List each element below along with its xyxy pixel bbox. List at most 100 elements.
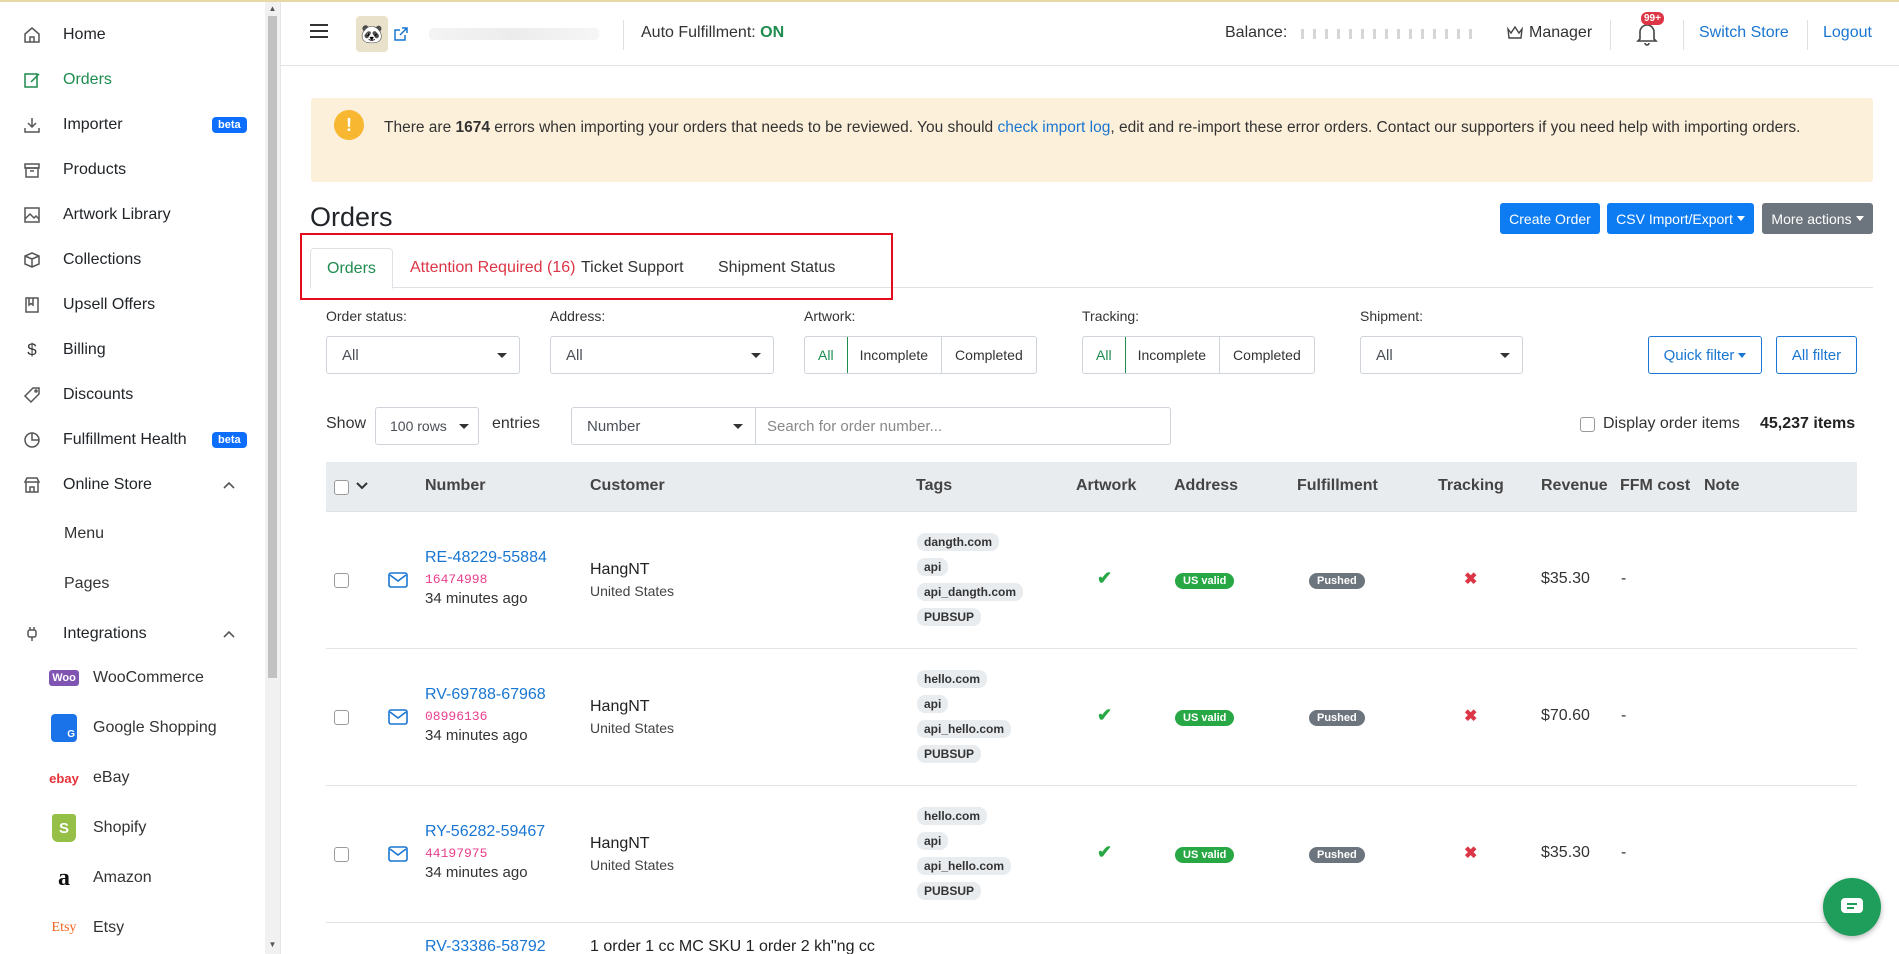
- sidebar-item-online-store[interactable]: Online Store: [22, 470, 252, 500]
- integration-shopify[interactable]: S Shopify: [48, 813, 146, 843]
- customer-name: HangNT: [590, 561, 650, 578]
- tag-badge[interactable]: PUBSUP: [917, 882, 982, 900]
- sidebar-item-collections[interactable]: Collections: [22, 245, 252, 275]
- sidebar-item-artwork-library[interactable]: Artwork Library: [22, 200, 252, 230]
- chevron-up-icon[interactable]: [221, 626, 237, 642]
- artwork-all-button[interactable]: All: [804, 337, 848, 373]
- external-link-icon[interactable]: [393, 26, 409, 47]
- menu-toggle-icon[interactable]: [310, 24, 328, 38]
- tracking-completed-button[interactable]: Completed: [1220, 337, 1314, 373]
- table-row[interactable]: RV-69788-67968 08996136 34 minutes ago H…: [326, 649, 1857, 786]
- order-number-link[interactable]: RE-48229-55884: [425, 549, 547, 567]
- order-number-link[interactable]: RV-33386-58792: [425, 938, 546, 954]
- sidebar-item-integrations[interactable]: Integrations: [22, 619, 252, 649]
- address-select[interactable]: All: [550, 336, 774, 374]
- row-checkbox[interactable]: [334, 847, 349, 862]
- integration-amazon[interactable]: a Amazon: [48, 863, 152, 893]
- chevron-up-icon[interactable]: [221, 477, 237, 493]
- tag-badge[interactable]: hello.com: [917, 670, 988, 688]
- integration-woocommerce[interactable]: Woo WooCommerce: [48, 663, 204, 693]
- envelope-icon[interactable]: [388, 572, 408, 588]
- bell-icon[interactable]: [1636, 22, 1658, 46]
- store-logo[interactable]: 🐼: [356, 16, 388, 52]
- sidebar-scrollbar[interactable]: ▲ ▼: [265, 2, 280, 954]
- sidebar-item-importer[interactable]: Importer beta: [22, 110, 252, 140]
- quick-filter-button[interactable]: Quick filter: [1648, 336, 1762, 374]
- scrollbar-thumb[interactable]: [268, 16, 277, 678]
- customer-country: United States: [590, 720, 675, 736]
- column-header-tracking[interactable]: Tracking: [1438, 477, 1504, 495]
- tag-badge[interactable]: api_dangth.com: [917, 583, 1024, 601]
- integration-etsy[interactable]: Etsy Etsy: [48, 913, 125, 943]
- envelope-icon[interactable]: [388, 709, 408, 725]
- integration-google-shopping[interactable]: G Google Shopping: [48, 713, 217, 743]
- integration-ebay[interactable]: ebay eBay: [48, 763, 129, 793]
- tag-badge[interactable]: dangth.com: [917, 533, 999, 551]
- tag-badge[interactable]: api_hello.com: [917, 720, 1012, 738]
- column-header-ffm-cost[interactable]: FFM cost: [1620, 477, 1690, 495]
- sidebar-subitem-menu[interactable]: Menu: [64, 525, 104, 543]
- check-import-log-link[interactable]: check import log: [998, 119, 1111, 136]
- column-header-customer[interactable]: Customer: [590, 477, 665, 495]
- order-revenue: $70.60: [1541, 707, 1590, 724]
- row-checkbox[interactable]: [334, 710, 349, 725]
- table-row[interactable]: RY-56282-59467 44197975 34 minutes ago H…: [326, 786, 1857, 923]
- tag-badge[interactable]: api: [917, 832, 949, 850]
- scroll-up-arrow-icon[interactable]: ▲: [268, 4, 277, 14]
- chevron-down-icon[interactable]: [356, 481, 368, 491]
- table-row[interactable]: RV-33386-58792 1 order 1 cc MC SKU 1 ord…: [326, 923, 1857, 954]
- order-status-select[interactable]: All: [326, 336, 520, 374]
- tag-badge[interactable]: PUBSUP: [917, 608, 982, 626]
- sidebar-divider: [280, 2, 281, 954]
- tag-badge[interactable]: hello.com: [917, 807, 988, 825]
- artwork-completed-button[interactable]: Completed: [942, 337, 1036, 373]
- column-header-tags[interactable]: Tags: [916, 477, 952, 495]
- tracking-all-button[interactable]: All: [1082, 337, 1126, 373]
- table-row[interactable]: RE-48229-55884 16474998 34 minutes ago H…: [326, 512, 1857, 649]
- column-header-note[interactable]: Note: [1704, 477, 1740, 495]
- envelope-icon[interactable]: [388, 846, 408, 862]
- sidebar-item-upsell-offers[interactable]: Upsell Offers: [22, 290, 252, 320]
- column-header-fulfillment[interactable]: Fulfillment: [1297, 477, 1378, 495]
- column-header-revenue[interactable]: Revenue: [1541, 477, 1608, 495]
- sidebar-item-billing[interactable]: $ Billing: [22, 335, 252, 365]
- artwork-complete-check-icon: ✔: [1097, 705, 1113, 725]
- all-filter-button[interactable]: All filter: [1776, 336, 1857, 374]
- create-order-button[interactable]: Create Order: [1500, 203, 1600, 234]
- shipment-select[interactable]: All: [1360, 336, 1523, 374]
- order-revenue: $35.30: [1541, 844, 1590, 861]
- customer-country: United States: [590, 583, 675, 599]
- csv-import-export-button[interactable]: CSV Import/Export: [1607, 203, 1754, 234]
- chat-support-button[interactable]: [1823, 878, 1881, 936]
- tag-badge[interactable]: api: [917, 695, 949, 713]
- sidebar-item-home[interactable]: Home: [22, 20, 252, 50]
- order-search-input[interactable]: Search for order number...: [755, 407, 1171, 445]
- sidebar-item-products[interactable]: Products: [22, 155, 252, 185]
- sidebar-item-fulfillment-health[interactable]: Fulfillment Health beta: [22, 425, 252, 455]
- tag-badge[interactable]: PUBSUP: [917, 745, 982, 763]
- logout-link[interactable]: Logout: [1823, 24, 1872, 42]
- display-order-items-toggle[interactable]: Display order items: [1580, 415, 1740, 433]
- column-header-artwork[interactable]: Artwork: [1076, 477, 1136, 495]
- more-actions-button[interactable]: More actions: [1762, 203, 1873, 234]
- manager-link[interactable]: Manager: [1506, 24, 1592, 42]
- tag-badge[interactable]: api: [917, 558, 949, 576]
- switch-store-link[interactable]: Switch Store: [1699, 24, 1789, 42]
- tracking-incomplete-button[interactable]: Incomplete: [1125, 337, 1221, 373]
- sidebar-item-orders[interactable]: Orders: [22, 65, 252, 95]
- display-items-checkbox[interactable]: [1580, 416, 1595, 432]
- search-field-select[interactable]: Number: [571, 407, 756, 445]
- rows-per-page-select[interactable]: 100 rows: [375, 407, 479, 445]
- scroll-down-arrow-icon[interactable]: ▼: [268, 940, 277, 950]
- sidebar-subitem-pages[interactable]: Pages: [64, 575, 109, 593]
- order-number-link[interactable]: RV-69788-67968: [425, 686, 546, 704]
- row-checkbox[interactable]: [334, 573, 349, 588]
- order-number-link[interactable]: RY-56282-59467: [425, 823, 545, 841]
- customer-name: HangNT: [590, 698, 650, 715]
- sidebar-item-discounts[interactable]: Discounts: [22, 380, 252, 410]
- select-all-checkbox[interactable]: [334, 480, 349, 495]
- artwork-incomplete-button[interactable]: Incomplete: [847, 337, 943, 373]
- column-header-address[interactable]: Address: [1174, 477, 1238, 495]
- tag-badge[interactable]: api_hello.com: [917, 857, 1012, 875]
- column-header-number[interactable]: Number: [425, 477, 485, 495]
